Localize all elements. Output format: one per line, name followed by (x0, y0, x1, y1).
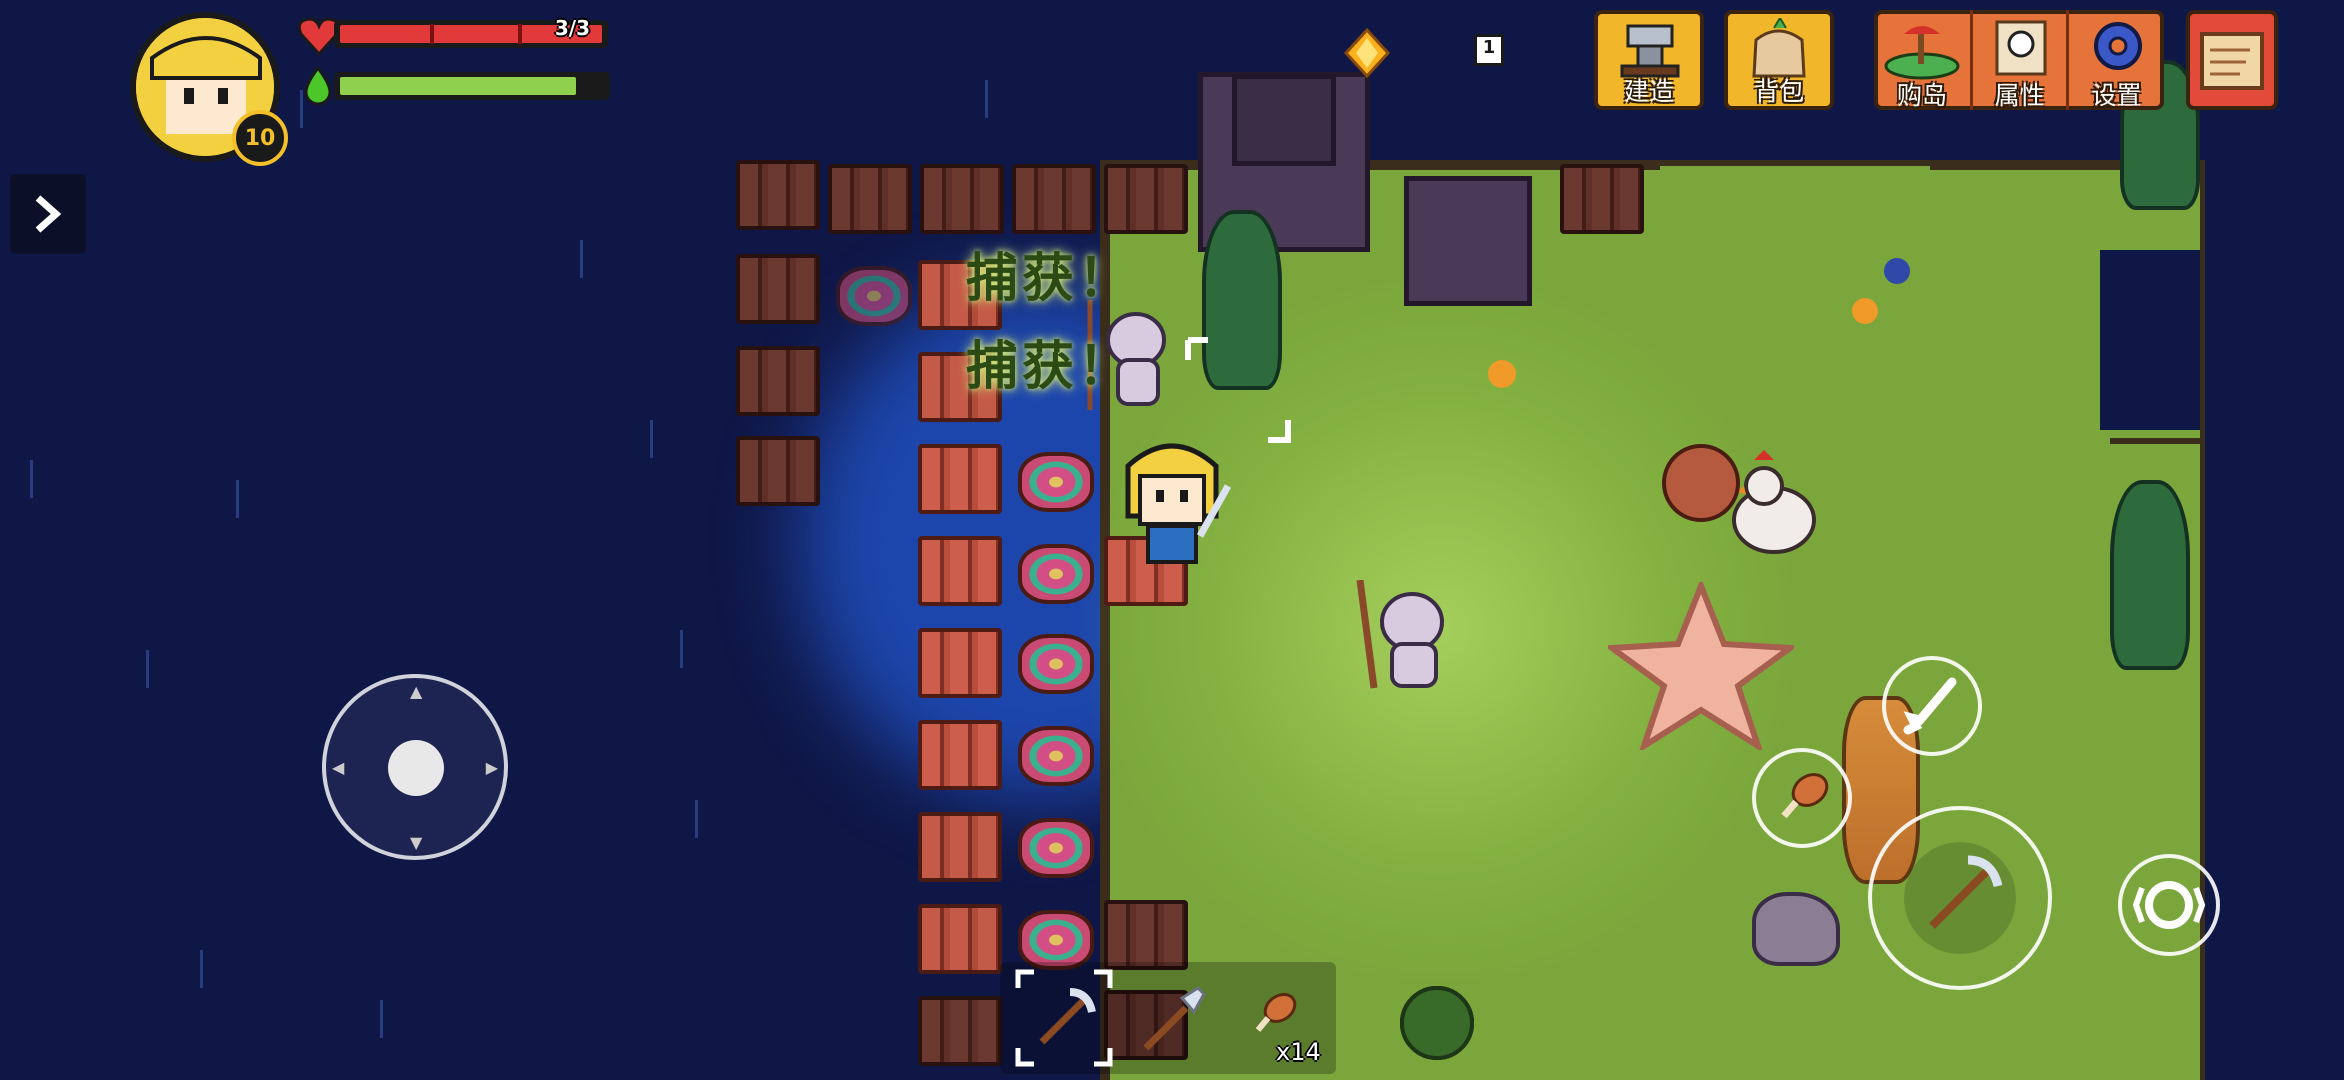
sword-icon (1903, 677, 1957, 735)
island-icon (1884, 26, 1960, 80)
attack-button[interactable] (1882, 656, 1982, 756)
pickaxe-icon (1039, 988, 1096, 1045)
buy-island-label: 购岛 (1896, 81, 1947, 110)
bag-button[interactable]: 背包 (1724, 10, 1834, 110)
level-number: 10 (244, 126, 276, 151)
energy-bar (334, 72, 610, 100)
chicken[interactable] (1724, 450, 1824, 560)
ghost-spearman[interactable] (1336, 580, 1466, 700)
stone-anvil[interactable] (1404, 176, 1532, 306)
currency-count-badge: 1 (1474, 34, 1504, 66)
attributes-button[interactable]: 属性 (1970, 10, 2066, 110)
hotbar-slot-chicken-leg[interactable]: x14 (1230, 968, 1330, 1068)
bag-label: 背包 (1753, 77, 1804, 106)
eat-button[interactable] (1752, 748, 1852, 848)
joystick-arrow-up-icon: ▲ (410, 682, 423, 701)
item-count: x14 (1276, 1038, 1321, 1066)
flower-bed[interactable] (1018, 910, 1094, 970)
chicken-leg-icon (1781, 773, 1829, 819)
build-button[interactable]: 建造 (1594, 10, 1704, 110)
gem-icon (1343, 28, 1391, 78)
use-tool-button[interactable] (1868, 806, 2052, 990)
flower-bed[interactable] (1018, 818, 1094, 878)
capture-popup-text: 捕获！ (966, 337, 1135, 397)
capture-popup-text: 捕获！ (966, 249, 1135, 309)
clay-pot[interactable] (1662, 444, 1740, 522)
attributes-label: 属性 (1994, 81, 2045, 110)
currency-count: 1 (1482, 37, 1496, 58)
rock[interactable] (1752, 892, 1840, 966)
dodge-roll-button[interactable] (2118, 854, 2220, 956)
stone-furnace-top (1232, 74, 1336, 166)
pickaxe-icon (1929, 855, 2003, 929)
energy-drop-icon (304, 66, 332, 106)
wildflower (1488, 360, 1516, 388)
joystick-thumb[interactable] (388, 740, 444, 796)
joystick-arrow-down-icon: ▼ (410, 833, 423, 852)
hotbar-slot-pickaxe[interactable] (1014, 968, 1114, 1068)
build-label: 建造 (1623, 77, 1674, 106)
flower-bed[interactable] (836, 266, 912, 326)
settings-button[interactable]: 设置 (2066, 10, 2164, 110)
joystick-arrow-left-icon: ◀ (332, 758, 345, 777)
hotbar-slot-shovel[interactable] (1122, 968, 1222, 1068)
map-scroll-icon (2200, 32, 2264, 90)
hotbar: x14 (1000, 962, 1336, 1074)
flower-bed[interactable] (1018, 452, 1094, 512)
berry-bush[interactable] (1400, 986, 1474, 1060)
roll-icon (2132, 881, 2206, 929)
scroll-skull-icon (1995, 20, 2047, 76)
shovel-icon (1143, 986, 1206, 1051)
flower-bed[interactable] (1018, 726, 1094, 786)
player-character (1125, 443, 1232, 564)
wildflower (1852, 298, 1878, 324)
wildflower (1884, 258, 1910, 284)
quest-scroll-button[interactable] (2186, 10, 2278, 110)
starfish[interactable] (1608, 582, 1794, 750)
flower-bed[interactable] (1018, 634, 1094, 694)
buy-island-button[interactable]: 购岛 (1874, 10, 1970, 110)
flower-bed[interactable] (1018, 544, 1094, 604)
energy-bar-fill (340, 77, 577, 95)
side-drawer-toggle-button[interactable] (10, 174, 86, 254)
menu-button-group: 购岛 属性 设置 (1874, 10, 2164, 110)
chevron-right-icon (35, 195, 62, 233)
level-badge: 10 (232, 110, 288, 166)
gear-icon (2094, 22, 2142, 70)
health-bar: 3/3 (334, 16, 608, 48)
movement-joystick[interactable]: ▲ ▼ ◀ ▶ (322, 674, 508, 860)
settings-label: 设置 (2091, 81, 2142, 110)
joystick-arrow-right-icon: ▶ (485, 758, 498, 777)
health-text: 3/3 (554, 16, 590, 40)
